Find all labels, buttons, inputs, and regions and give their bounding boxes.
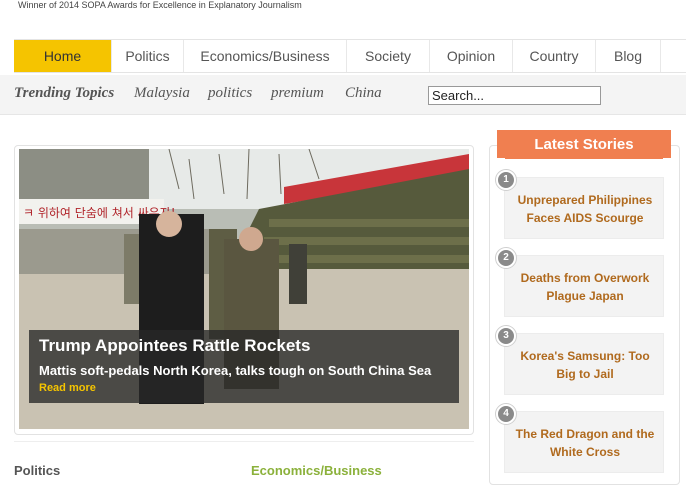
feature-subtitle: Mattis soft-pedals North Korea, talks to… — [39, 363, 432, 378]
feature-caption: Trump Appointees Rattle Rockets Mattis s… — [29, 330, 459, 403]
trending-topic-politics[interactable]: politics — [208, 85, 252, 102]
search-input[interactable]: Search... — [428, 86, 601, 105]
story-number-badge: 2 — [496, 248, 516, 268]
trending-topic-premium[interactable]: premium — [271, 85, 324, 102]
story-title[interactable]: The Red Dragon and the White Cross — [505, 412, 665, 474]
latest-story-1[interactable]: Unprepared Philippines Faces AIDS Scourg… — [496, 170, 665, 240]
story-title[interactable]: Unprepared Philippines Faces AIDS Scourg… — [505, 178, 665, 240]
main-nav: Home Politics Economics/Business Society… — [14, 39, 686, 73]
latest-story-3[interactable]: Korea's Samsung: Too Big to Jail 3 — [496, 326, 665, 396]
nav-blog[interactable]: Blog — [596, 40, 661, 72]
latest-story-2[interactable]: Deaths from Overwork Plague Japan 2 — [496, 248, 665, 318]
read-more-link[interactable]: Read more — [39, 382, 96, 394]
section-divider — [14, 441, 474, 442]
nav-opinion[interactable]: Opinion — [430, 40, 513, 72]
feature-title[interactable]: Trump Appointees Rattle Rockets — [39, 336, 310, 356]
story-title[interactable]: Korea's Samsung: Too Big to Jail — [505, 334, 665, 396]
latest-story-4[interactable]: The Red Dragon and the White Cross 4 — [496, 404, 665, 474]
nav-politics[interactable]: Politics — [112, 40, 184, 72]
story-number-badge: 1 — [496, 170, 516, 190]
nav-economics-business[interactable]: Economics/Business — [184, 40, 347, 72]
story-number-badge: 3 — [496, 326, 516, 346]
story-number-badge: 4 — [496, 404, 516, 424]
latest-stories-heading: Latest Stories — [497, 130, 671, 159]
section-heading-economics[interactable]: Economics/Business — [251, 463, 382, 478]
nav-country[interactable]: Country — [513, 40, 596, 72]
story-title[interactable]: Deaths from Overwork Plague Japan — [505, 256, 665, 318]
award-text: Winner of 2014 SOPA Awards for Excellenc… — [18, 0, 302, 10]
section-heading-politics[interactable]: Politics — [14, 463, 60, 478]
nav-home[interactable]: Home — [14, 40, 112, 72]
nav-society[interactable]: Society — [347, 40, 430, 72]
trending-title: Trending Topics — [14, 85, 115, 101]
trending-topic-china[interactable]: China — [345, 85, 382, 102]
trending-topic-malaysia[interactable]: Malaysia — [134, 85, 190, 102]
